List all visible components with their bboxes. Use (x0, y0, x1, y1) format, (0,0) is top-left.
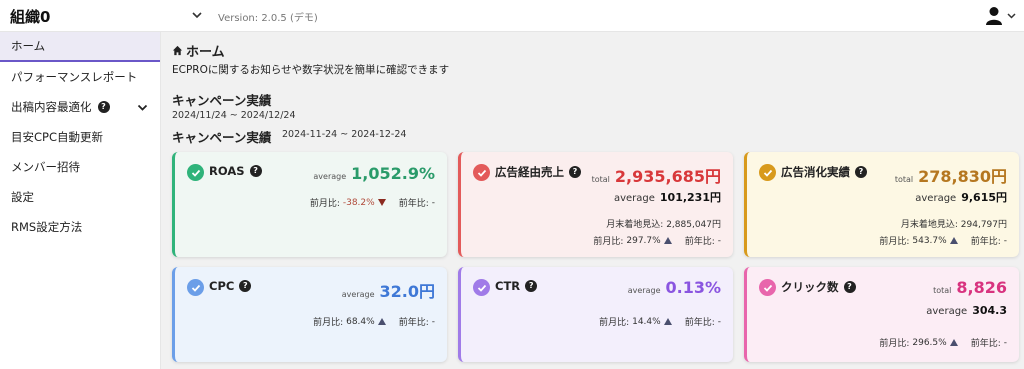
check-icon (187, 164, 204, 181)
help-icon[interactable]: ? (239, 280, 252, 292)
average-value: 101,231円 (659, 191, 721, 204)
check-icon (473, 164, 490, 181)
check-icon (759, 279, 776, 296)
prev-month-value: 296.5% (912, 337, 947, 348)
forecast-row: 月末着地見込: 2,885,047円 (606, 220, 721, 230)
check-icon (759, 164, 776, 181)
trend-up-icon (949, 237, 958, 244)
prev-year-value: - (431, 316, 435, 327)
trend-down-icon (377, 199, 386, 206)
total-row: total 8,826 (933, 278, 1007, 297)
metric-card-ad-sales: 広告経由売上? total 2,935,685円 average 101,231… (458, 152, 733, 257)
prev-month-value: 68.4% (346, 316, 375, 327)
sidebar: ホーム パフォーマンスレポート 出稿内容最適化? 目安CPC自動更新 メンバー招… (0, 32, 161, 369)
metric-card-ad-spend: 広告消化実績? total 278,830円 average 9,615円 月末… (744, 152, 1019, 257)
sidebar-item-label: パフォーマンスレポート (11, 70, 138, 84)
metric-card-clicks: クリック数? total 8,826 average 304.3 前月比: 29… (744, 267, 1019, 362)
trend-up-icon (663, 237, 672, 244)
total-value: 2,935,685円 (614, 167, 721, 186)
version-label: Version: 2.0.5 (デモ) (218, 13, 318, 24)
average-value: 1,052.9% (351, 164, 435, 183)
sidebar-item-ad-optimization[interactable]: 出稿内容最適化? (0, 92, 160, 122)
help-icon[interactable]: ? (855, 166, 867, 178)
sidebar-item-settings[interactable]: 設定 (0, 182, 160, 212)
average-row: average 101,231円 (613, 191, 721, 204)
sidebar-item-rms-setup[interactable]: RMS設定方法 (0, 212, 160, 242)
comparison-row: 前月比: 543.7% 前年比: - (879, 235, 1007, 248)
comparison-row: 前月比: -38.2% 前年比: - (309, 197, 435, 210)
average-value: 304.3 (972, 304, 1007, 317)
sidebar-item-home[interactable]: ホーム (0, 32, 160, 62)
top-bar: 組織0 Version: 2.0.5 (デモ) (0, 0, 1024, 32)
metric-card-cpc: CPC? average 32.0円 前月比: 68.4% 前年比: - (172, 267, 447, 362)
card-title: CPC? (209, 279, 252, 293)
prev-year-value: - (717, 235, 721, 246)
prev-month-value: -38.2% (342, 197, 375, 208)
metric-card-roas: ROAS? average 1,052.9% 前月比: -38.2% 前年比: … (172, 152, 447, 257)
card-title: 広告経由売上? (495, 164, 581, 180)
card-title: CTR? (495, 279, 538, 293)
card-title: 広告消化実績? (781, 164, 867, 180)
average-value: 32.0円 (379, 282, 435, 301)
home-icon (172, 45, 183, 56)
campaign-heading: キャンペーン実績 (172, 130, 272, 145)
help-icon[interactable]: ? (249, 165, 262, 177)
total-row: total 278,830円 (895, 163, 1007, 187)
average-row: average 0.13% (627, 278, 721, 297)
campaign-date-range: 2024/11/24 ~ 2024/12/24 (172, 110, 296, 121)
prev-month-value: 543.7% (912, 235, 947, 246)
prev-year-value: - (1003, 235, 1007, 246)
comparison-row: 前月比: 14.4% 前年比: - (599, 316, 721, 329)
total-row: total 2,935,685円 (592, 163, 721, 187)
prev-month-value: 297.7% (626, 235, 661, 246)
help-icon[interactable]: ? (525, 280, 538, 292)
sidebar-item-label: 出稿内容最適化 (11, 100, 92, 114)
metric-card-ctr: CTR? average 0.13% 前月比: 14.4% 前年比: - (458, 267, 733, 362)
prev-year-value: - (717, 316, 721, 327)
help-icon[interactable]: ? (843, 281, 856, 293)
prev-year-value: - (1003, 337, 1007, 348)
help-icon: ? (97, 101, 110, 113)
sidebar-item-member-invite[interactable]: メンバー招待 (0, 152, 160, 182)
chevron-down-icon[interactable] (137, 102, 148, 113)
card-title: ROAS? (209, 164, 262, 178)
average-row: average 304.3 (926, 304, 1007, 317)
trend-up-icon (377, 318, 386, 325)
main-content: ホーム ECPROに関するお知らせや数字状況を簡単に確認できます キャンペーン実… (161, 32, 1024, 369)
card-title: クリック数? (781, 279, 856, 295)
forecast-row: 月末着地見込: 294,797円 (900, 220, 1007, 230)
sidebar-item-label: 設定 (11, 190, 34, 204)
comparison-row: 前月比: 68.4% 前年比: - (313, 316, 435, 329)
trend-up-icon (663, 318, 672, 325)
page-title: ホーム (172, 41, 225, 60)
average-value: 9,615円 (961, 191, 1007, 204)
check-icon (473, 279, 490, 296)
page-subtitle: ECPROに関するお知らせや数字状況を簡単に確認できます (172, 64, 450, 76)
sidebar-item-label: RMS設定方法 (11, 220, 83, 234)
prev-month-value: 14.4% (632, 316, 661, 327)
comparison-row: 前月比: 297.7% 前年比: - (593, 235, 721, 248)
average-row: average 32.0円 (342, 278, 435, 302)
trend-up-icon (949, 339, 958, 346)
chevron-down-icon[interactable] (190, 8, 204, 22)
sidebar-item-label: 目安CPC自動更新 (11, 130, 103, 144)
average-row: average 1,052.9% (313, 164, 435, 183)
org-name[interactable]: 組織0 (10, 6, 50, 27)
campaign-heading: キャンペーン実績 (172, 93, 272, 108)
total-value: 8,826 (956, 278, 1007, 297)
campaign-date-range: 2024-11-24 ~ 2024-12-24 (282, 129, 407, 140)
check-icon (187, 279, 204, 296)
comparison-row: 前月比: 296.5% 前年比: - (879, 337, 1007, 350)
user-icon[interactable] (985, 6, 1003, 26)
sidebar-item-label: メンバー招待 (11, 160, 80, 174)
average-value: 0.13% (665, 278, 721, 297)
sidebar-item-performance-report[interactable]: パフォーマンスレポート (0, 62, 160, 92)
total-value: 278,830円 (918, 167, 1007, 186)
average-row: average 9,615円 (915, 191, 1007, 204)
sidebar-item-label: ホーム (11, 39, 46, 53)
prev-year-value: - (431, 197, 435, 208)
help-icon[interactable]: ? (569, 166, 581, 178)
chevron-down-icon[interactable] (1007, 11, 1016, 20)
sidebar-item-cpc-auto-update[interactable]: 目安CPC自動更新 (0, 122, 160, 152)
